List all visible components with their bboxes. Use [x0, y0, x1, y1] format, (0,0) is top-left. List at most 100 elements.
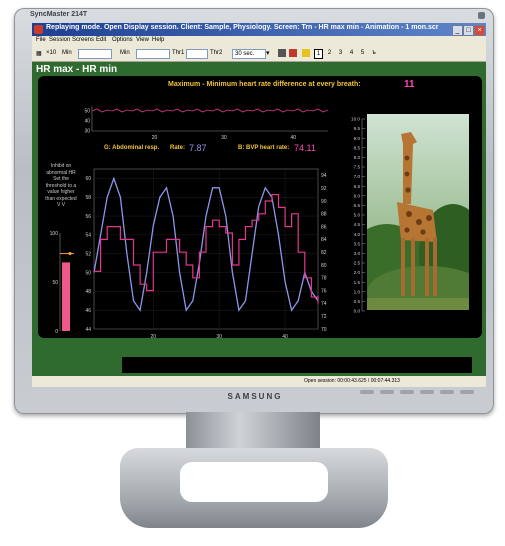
thr2-label: Thr2: [210, 50, 223, 56]
page-1-button[interactable]: 1: [314, 49, 323, 59]
y-left-tick-label: 46: [85, 308, 91, 314]
scale-tick-label: 0.0: [354, 309, 361, 314]
scale-tick-label: 1.0: [354, 289, 361, 294]
x10-toggle[interactable]: ×10: [46, 50, 56, 56]
maximize-button[interactable]: □: [463, 25, 474, 36]
minimize-button[interactable]: _: [452, 25, 463, 36]
menu-help[interactable]: Help: [152, 37, 164, 43]
threshold-handle[interactable]: [68, 251, 72, 256]
scale-tick-label: 3.5: [354, 241, 361, 246]
gauge-bar: [62, 262, 70, 331]
max-min-value: 11: [404, 79, 415, 90]
y-right-tick-label: 94: [321, 173, 327, 179]
stop-icon[interactable]: [278, 49, 286, 57]
scale-tick-label: 3.0: [354, 251, 361, 256]
page-5-button[interactable]: 5: [359, 49, 366, 57]
min-label: Min: [120, 50, 130, 56]
y-left-tick-label: 48: [85, 289, 91, 295]
page-4-button[interactable]: 4: [348, 49, 355, 57]
record-icon[interactable]: [289, 49, 297, 57]
brand-logo: SAMSUNG: [227, 392, 283, 401]
scale-tick-label: 9.0: [354, 136, 361, 141]
trace-chart: 20 30 40 30 40 50: [84, 106, 329, 141]
screen-title: HR max - HR min: [36, 64, 118, 75]
y-right-tick-label: 86: [321, 224, 327, 230]
menu-edit[interactable]: Edit: [96, 37, 106, 43]
y-right-tick-label: 90: [321, 199, 327, 205]
bezel-button: [400, 390, 414, 394]
y-right-tick-label: 78: [321, 276, 327, 282]
x-tick-label: 30: [216, 334, 222, 340]
scale-tick-label: 10.0: [351, 117, 360, 122]
y-tick-label: 30: [84, 129, 90, 135]
grid-icon[interactable]: ▦: [36, 50, 42, 57]
layout-icon[interactable]: ъ: [372, 50, 376, 56]
x-tick-label: 40: [282, 334, 288, 340]
min-label: Min: [62, 50, 72, 56]
y-left-tick-label: 52: [85, 252, 91, 258]
resp-hr-chart: 44 46 48 50 52 54 56 58 60 70 72 74 76 78 80 82 84 86 88 9…: [85, 168, 327, 340]
y-right-tick-label: 76: [321, 288, 327, 294]
scale-tick-label: 6.5: [354, 184, 361, 189]
min-field[interactable]: [78, 49, 112, 59]
app-icon: [34, 25, 43, 34]
scale-tick-label: 8.5: [354, 145, 361, 150]
pause-icon[interactable]: [302, 49, 310, 57]
chevron-down-icon[interactable]: ▾: [266, 49, 270, 57]
scale-tick-label: 2.0: [354, 270, 361, 275]
rate-label: Rate:: [170, 145, 186, 151]
min-field[interactable]: [136, 49, 170, 59]
window-title: Replaying mode. Open Display session. Cl…: [46, 24, 439, 31]
thr1-label: Thr1: [172, 50, 185, 56]
menu-options[interactable]: Options: [112, 37, 133, 43]
scale-tick-label: 8.0: [354, 155, 361, 160]
power-button: [478, 12, 485, 19]
window-titlebar[interactable]: Replaying mode. Open Display session. Cl…: [32, 23, 486, 36]
y-left-tick-label: 56: [85, 214, 91, 220]
menu-view[interactable]: View: [136, 37, 149, 43]
x-tick-label: 40: [291, 135, 297, 141]
interval-select[interactable]: 30 sec.: [232, 49, 266, 59]
page-2-button[interactable]: 2: [326, 49, 333, 57]
page-3-button[interactable]: 3: [337, 49, 344, 57]
y-right-tick-label: 80: [321, 263, 327, 269]
base-cutout: [180, 462, 328, 502]
y-right-tick-label: 92: [321, 186, 327, 192]
menu-session[interactable]: Session: [49, 37, 70, 43]
hr-line: [94, 194, 319, 304]
scale-tick-label: 5.5: [354, 203, 361, 208]
y-left-tick-label: 58: [85, 195, 91, 201]
menu-screens[interactable]: Screens: [72, 37, 94, 43]
thr1-field[interactable]: [186, 49, 208, 59]
bvp-value: 74.11: [294, 143, 316, 153]
status-text: Open session: 00:00:43.625 / 00:07:44.31…: [304, 378, 400, 384]
scale-tick-label: 0.5: [354, 299, 361, 304]
x-tick-label: 30: [221, 135, 227, 141]
trace-line: [91, 108, 329, 113]
bvp-label: B: BVP heart rate:: [238, 145, 290, 151]
toolbar: ▦ ×10 Min Min Thr1 Thr2 30 sec. ▾ 1 2 3 …: [32, 46, 486, 62]
close-button[interactable]: ×: [474, 25, 485, 36]
x-tick-label: 20: [152, 135, 158, 141]
y-right-tick-label: 70: [321, 327, 327, 333]
y-right-tick-label: 72: [321, 314, 327, 320]
menu-file[interactable]: File: [36, 37, 46, 43]
scale-tick-label: 7.0: [354, 174, 361, 179]
y-left-tick-label: 44: [85, 327, 91, 333]
scale-tick-label: 1.5: [354, 280, 361, 285]
y-left-tick-label: 54: [85, 233, 91, 239]
y-tick-label: 40: [84, 119, 90, 125]
gauge-tick-label: 100: [50, 231, 59, 237]
scale-tick-label: 7.5: [354, 165, 361, 170]
scale-tick-label: 4.0: [354, 232, 361, 237]
scale-tick-label: 2.5: [354, 261, 361, 266]
scale-tick-label: 5.0: [354, 213, 361, 218]
y-right-tick-label: 88: [321, 212, 327, 218]
giraffe-illustration: [367, 114, 469, 310]
scale-tick-label: 4.5: [354, 222, 361, 227]
bezel-button: [420, 390, 434, 394]
giraffe-animation-image: [367, 114, 469, 310]
monitor-model: SyncMaster 214T: [30, 11, 88, 18]
y-left-tick-label: 50: [85, 270, 91, 276]
abdominal-label: G: Abdominal resp.: [104, 145, 160, 151]
